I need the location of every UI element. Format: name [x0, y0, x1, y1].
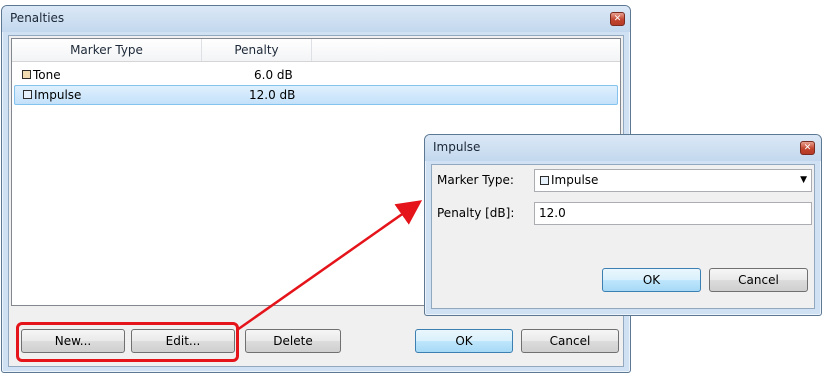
chevron-down-icon: ▼	[800, 175, 807, 185]
impulse-ok-button[interactable]: OK	[602, 268, 701, 292]
impulse-cancel-button[interactable]: Cancel	[709, 268, 808, 292]
marker-type-label: Marker Type:	[437, 173, 514, 187]
impulse-close-button[interactable]: ✕	[800, 141, 815, 155]
marker-type-dropdown[interactable]: Impulse ▼	[534, 169, 812, 192]
impulse-title: Impulse	[433, 140, 481, 154]
marker-swatch-icon	[540, 176, 549, 185]
penalty-value: 12.0	[539, 206, 566, 220]
impulse-titlebar: Impulse ✕	[425, 135, 821, 161]
penalty-input[interactable]: 12.0	[534, 202, 812, 225]
close-icon: ✕	[803, 142, 812, 153]
marker-type-value: Impulse	[551, 173, 599, 187]
penalty-label: Penalty [dB]:	[437, 206, 515, 220]
impulse-client-area: Marker Type: Impulse ▼ Penalty [dB]: 12.…	[431, 164, 815, 309]
impulse-window: Impulse ✕ Marker Type: Impulse ▼ Penalty…	[424, 134, 822, 316]
